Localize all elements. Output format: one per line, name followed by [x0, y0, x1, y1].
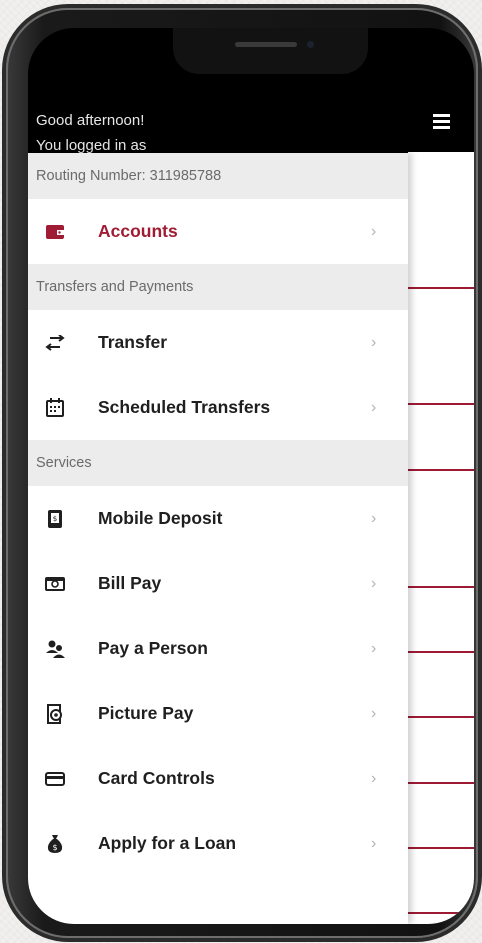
chevron-right-icon: ›: [371, 333, 377, 351]
svg-text:$: $: [52, 843, 57, 852]
calendar-icon: [44, 397, 66, 419]
phone-frame: Good afternoon! You logged in as Routing…: [6, 8, 478, 938]
menu-item-scheduled-transfers[interactable]: Scheduled Transfers ›: [28, 375, 408, 440]
chevron-right-icon: ›: [371, 222, 377, 240]
navigation-drawer: Routing Number: 311985788 Accounts › Tra…: [28, 153, 408, 924]
apply-for-loan-label: Apply for a Loan: [98, 833, 237, 853]
notch: [173, 28, 368, 74]
scheduled-transfers-label: Scheduled Transfers: [98, 397, 271, 417]
phone-screen: Good afternoon! You logged in as Routing…: [28, 28, 474, 924]
transfer-label: Transfer: [98, 332, 168, 352]
card-controls-label: Card Controls: [98, 768, 215, 788]
camera-bill-icon: [44, 703, 66, 725]
greeting-block: Good afternoon! You logged in as: [36, 108, 146, 158]
wallet-icon: [44, 221, 66, 243]
section-transfers-payments: Transfers and Payments: [28, 264, 408, 310]
speaker: [235, 42, 297, 47]
svg-text:$: $: [53, 515, 57, 523]
front-camera: [307, 41, 314, 48]
hamburger-menu-icon[interactable]: [431, 112, 453, 130]
menu-item-bill-pay[interactable]: Bill Pay ›: [28, 551, 408, 616]
mobile-deposit-label: Mobile Deposit: [98, 508, 223, 528]
menu-item-pay-a-person[interactable]: Pay a Person ›: [28, 616, 408, 681]
menu-item-transfer[interactable]: Transfer ›: [28, 310, 408, 375]
money-bag-icon: $: [44, 833, 66, 855]
greeting-text: Good afternoon!: [36, 112, 145, 129]
picture-pay-label: Picture Pay: [98, 703, 194, 723]
section-services: Services: [28, 440, 408, 486]
menu-item-card-controls[interactable]: Card Controls ›: [28, 746, 408, 811]
chevron-right-icon: ›: [371, 639, 377, 657]
check-deposit-icon: $: [44, 508, 66, 530]
people-icon: [44, 638, 66, 660]
swap-arrows-icon: [44, 332, 66, 354]
menu-item-mobile-deposit[interactable]: $ Mobile Deposit ›: [28, 486, 408, 551]
chevron-right-icon: ›: [371, 834, 377, 852]
bill-pay-label: Bill Pay: [98, 573, 162, 593]
chevron-right-icon: ›: [371, 769, 377, 787]
chevron-right-icon: ›: [371, 398, 377, 416]
menu-item-apply-for-loan[interactable]: $ Apply for a Loan ›: [28, 811, 408, 876]
chevron-right-icon: ›: [371, 574, 377, 592]
chevron-right-icon: ›: [371, 704, 377, 722]
bill-cash-icon: [44, 573, 66, 595]
menu-item-picture-pay[interactable]: Picture Pay ›: [28, 681, 408, 746]
menu-item-accounts[interactable]: Accounts ›: [28, 199, 408, 264]
routing-number: Routing Number: 311985788: [28, 153, 408, 199]
accounts-label: Accounts: [98, 221, 178, 241]
content-panel: [408, 152, 474, 924]
credit-card-icon: [44, 768, 66, 790]
chevron-right-icon: ›: [371, 509, 377, 527]
pay-a-person-label: Pay a Person: [98, 638, 208, 658]
